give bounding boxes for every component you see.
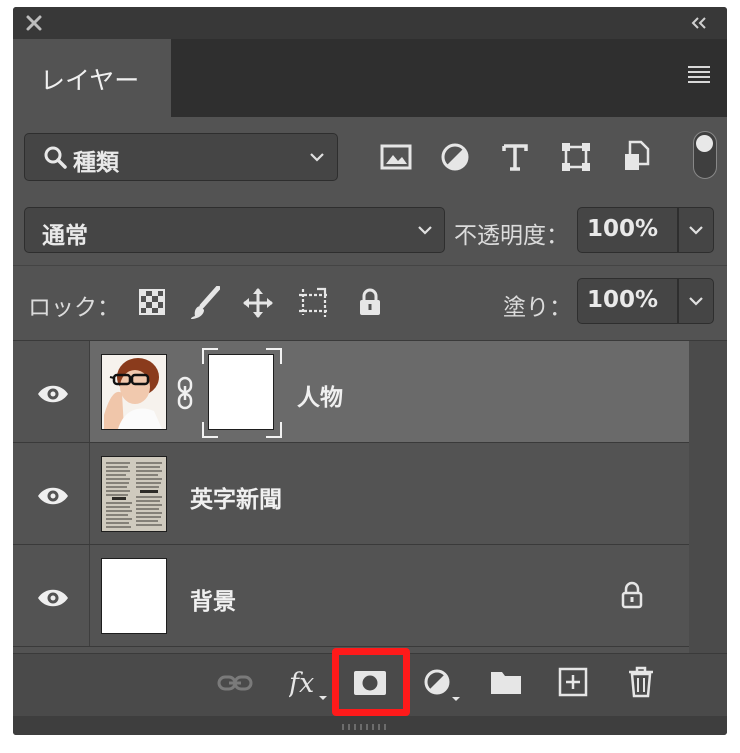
chevron-down-icon — [309, 151, 325, 163]
layer-row[interactable]: 背景 — [13, 545, 689, 647]
link-layers-icon[interactable] — [217, 673, 253, 693]
toggle-knob — [696, 135, 713, 152]
layer-mask-link-icon[interactable] — [175, 376, 195, 410]
lock-label: ロック： — [28, 295, 120, 321]
layer-list-scrollbar[interactable] — [689, 341, 727, 653]
filter-type-icon[interactable] — [502, 143, 528, 171]
opacity-dropdown-button[interactable] — [678, 207, 714, 253]
close-icon[interactable] — [25, 14, 43, 32]
visibility-toggle[interactable] — [13, 341, 90, 442]
search-icon — [44, 146, 68, 170]
layers-panel: レイヤー 種類 通常 不透明度： 100% ロック： 塗り： 100% 人物 英… — [13, 7, 727, 735]
layer-row[interactable]: 英字新聞 — [13, 443, 689, 545]
visibility-toggle[interactable] — [13, 443, 90, 544]
fill-label: 塗り： — [503, 295, 572, 321]
adjustment-layer-icon[interactable] — [424, 668, 464, 702]
blend-mode-dropdown[interactable]: 通常 — [24, 207, 445, 253]
collapse-icon[interactable] — [689, 15, 709, 31]
layer-name: 英字新聞 — [190, 487, 282, 513]
panel-resize-grip[interactable] — [13, 716, 727, 735]
layer-name: 人物 — [297, 385, 343, 411]
tab-label: レイヤー — [40, 66, 140, 95]
layer-thumbnail-person — [101, 354, 167, 430]
tab-layers[interactable]: レイヤー — [13, 39, 171, 117]
fill-field[interactable]: 100% — [577, 278, 678, 324]
panel-titlebar — [13, 7, 727, 39]
svg-text:fx: fx — [289, 668, 314, 699]
layer-thumbnail-background — [101, 558, 167, 634]
chevron-down-icon — [688, 224, 704, 236]
delete-layer-trash-icon[interactable] — [627, 666, 655, 698]
filter-shape-icon[interactable] — [561, 142, 591, 172]
filter-smart-object-icon[interactable] — [624, 140, 650, 172]
divider — [13, 265, 727, 266]
lock-transparent-pixels-icon[interactable] — [139, 289, 165, 315]
filter-kind-label: 種類 — [73, 150, 119, 176]
layer-name: 背景 — [190, 589, 236, 615]
mask-selection-frame — [202, 348, 282, 438]
eye-icon — [37, 588, 69, 608]
opacity-field[interactable]: 100% — [577, 207, 678, 253]
layer-lock-icon — [621, 581, 643, 609]
lock-position-move-icon[interactable] — [242, 287, 274, 319]
new-layer-icon[interactable] — [558, 667, 588, 697]
filter-pixel-image-icon[interactable] — [380, 144, 412, 170]
eye-icon — [37, 486, 69, 506]
new-group-folder-icon[interactable] — [489, 668, 523, 696]
opacity-label: 不透明度： — [454, 223, 569, 249]
add-mask-highlight — [332, 648, 410, 716]
fill-dropdown-button[interactable] — [678, 278, 714, 324]
lock-all-icon[interactable] — [358, 288, 382, 316]
filter-adjustment-icon[interactable] — [441, 143, 469, 171]
blend-mode-label: 通常 — [42, 223, 88, 249]
lock-image-pixels-brush-icon[interactable] — [190, 286, 220, 320]
layer-row[interactable]: 人物 — [13, 341, 689, 443]
filter-kind-dropdown[interactable]: 種類 — [24, 133, 338, 181]
lock-artboard-icon[interactable] — [297, 287, 331, 319]
chevron-down-icon — [688, 295, 704, 307]
layer-style-fx-icon[interactable]: fx — [289, 667, 329, 701]
visibility-toggle[interactable] — [13, 545, 90, 646]
filter-toggle-switch[interactable] — [693, 131, 717, 179]
hamburger-menu-icon[interactable] — [687, 65, 711, 83]
layer-thumbnail-newspaper — [101, 456, 167, 532]
fill-value: 100% — [587, 287, 659, 313]
chevron-down-icon — [417, 224, 433, 236]
eye-icon — [37, 384, 69, 404]
opacity-value: 100% — [587, 216, 659, 242]
